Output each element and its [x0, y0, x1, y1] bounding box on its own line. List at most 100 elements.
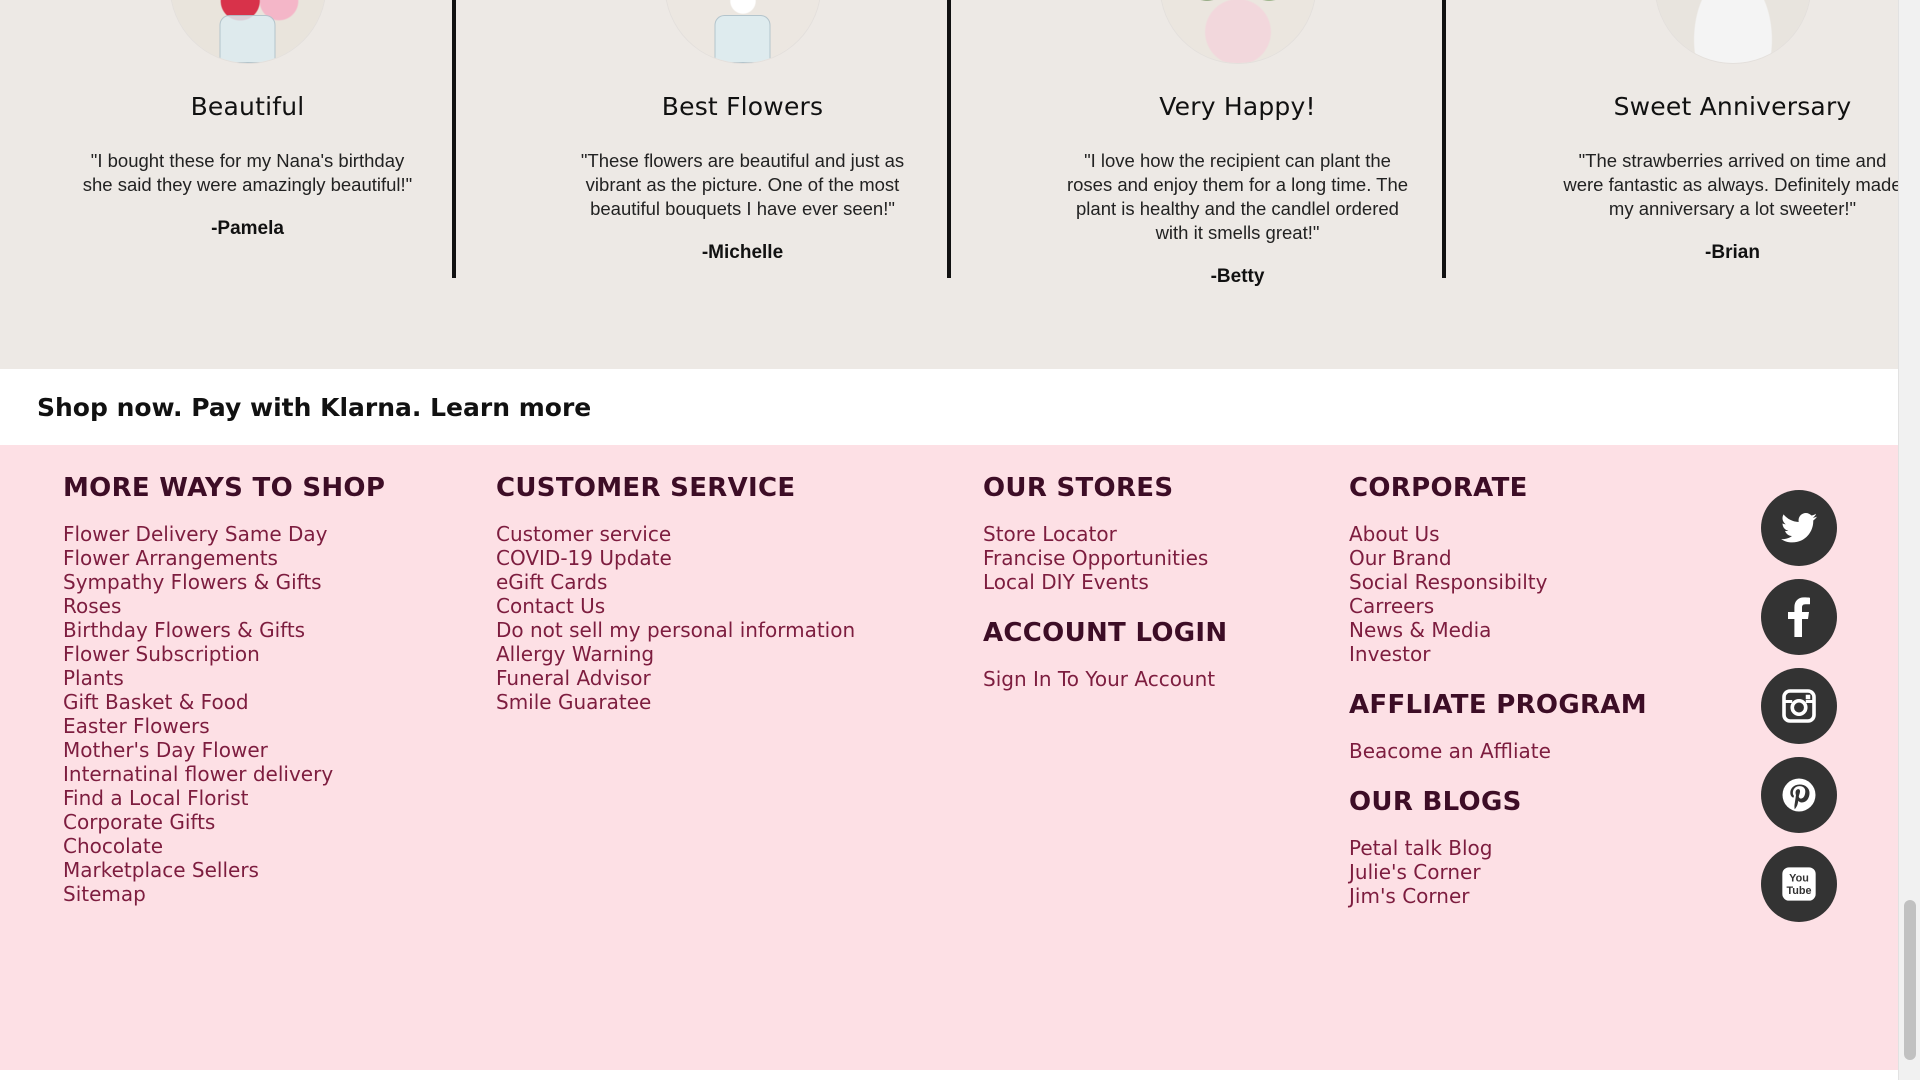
facebook-icon — [1761, 579, 1837, 655]
testimonial-card: Beautiful "I bought these for my Nana's … — [0, 0, 495, 369]
more-ways-link[interactable]: Sitemap — [63, 882, 385, 906]
testimonial-author: -Pamela — [211, 218, 284, 239]
testimonial-author: -Betty — [1210, 266, 1265, 287]
testimonial-author: -Brian — [1705, 242, 1760, 263]
scrollbar-thumb[interactable] — [1904, 900, 1916, 1060]
instagram-icon — [1761, 668, 1837, 744]
page: Beautiful "I bought these for my Nana's … — [0, 0, 1902, 1080]
testimonials-section: Beautiful "I bought these for my Nana's … — [0, 0, 1902, 369]
stores-link[interactable]: Store Locator — [983, 522, 1227, 546]
more-ways-link[interactable]: Roses — [63, 594, 385, 618]
customer-service-link[interactable]: Smile Guaratee — [496, 690, 855, 714]
column-divider — [452, 0, 456, 278]
corporate-link[interactable]: Social Responsibilty — [1349, 570, 1647, 594]
testimonial-image-bouquet — [170, 0, 325, 63]
corporate-link[interactable]: Investor — [1349, 642, 1647, 666]
svg-text:You: You — [1789, 873, 1809, 885]
twitter-icon — [1761, 490, 1837, 566]
testimonial-title: Beautiful — [190, 92, 305, 121]
customer-service-link[interactable]: Do not sell my personal information — [496, 618, 855, 642]
account-link[interactable]: Sign In To Your Account — [983, 667, 1227, 691]
more-ways-link[interactable]: Chocolate — [63, 834, 385, 858]
footer-heading: MORE WAYS TO SHOP — [63, 473, 386, 503]
footer-heading: CUSTOMER SERVICE — [496, 473, 796, 503]
testimonial-image-rose-plant — [1160, 0, 1315, 63]
corporate-link[interactable]: News & Media — [1349, 618, 1647, 642]
footer-link-list: About Us Our Brand Social Responsibilty Car… — [1349, 522, 1647, 666]
testimonial-title: Best Flowers — [661, 92, 824, 121]
testimonial-card: Very Happy! "I love how the recipient ca… — [990, 0, 1485, 369]
footer-column-more-ways: MORE WAYS TO SHOP Flower Delivery Same D… — [63, 470, 385, 906]
testimonial-image-strawberries — [1655, 0, 1810, 63]
more-ways-link[interactable]: Sympathy Flowers & Gifts — [63, 570, 385, 594]
testimonial-quote: "I love how the recipient can plant the … — [1066, 150, 1409, 243]
testimonial-quote: "The strawberries arrived on time and we… — [1563, 150, 1902, 219]
footer-link-list: Beacome an Affliate — [1349, 739, 1647, 763]
footer-link-list: Customer service COVID-19 Update eGift Car… — [496, 522, 855, 714]
footer-heading: OUR BLOGS — [1349, 787, 1522, 817]
testimonial-card: Sweet Anniversary "The strawberries arri… — [1485, 0, 1920, 369]
footer-link-list: Petal talk Blog Julie's Corner Jim's Corne… — [1349, 836, 1647, 908]
stores-link[interactable]: Francise Opportunities — [983, 546, 1227, 570]
footer-link-list: Store Locator Francise Opportunities Local… — [983, 522, 1227, 594]
customer-service-link[interactable]: Funeral Advisor — [496, 666, 855, 690]
footer-heading: CORPORATE — [1349, 473, 1528, 503]
twitter-button[interactable] — [1761, 490, 1837, 566]
more-ways-link[interactable]: Flower Subscription — [63, 642, 385, 666]
footer-heading: OUR STORES — [983, 473, 1174, 503]
blog-link[interactable]: Jim's Corner — [1349, 884, 1647, 908]
more-ways-link[interactable]: Find a Local Florist — [63, 786, 385, 810]
testimonial-author: -Michelle — [701, 242, 784, 263]
testimonial-title: Very Happy! — [1159, 92, 1316, 121]
customer-service-link[interactable]: COVID-19 Update — [496, 546, 855, 570]
footer-link-list: Flower Delivery Same Day Flower Arrangeme… — [63, 522, 385, 906]
footer-column-stores: OUR STORES Store Locator Francise Opportu… — [983, 470, 1227, 691]
klarna-learn-more-link[interactable]: Shop now. Pay with Klarna. Learn more — [37, 393, 591, 422]
blog-link[interactable]: Petal talk Blog — [1349, 836, 1647, 860]
affiliate-link[interactable]: Beacome an Affliate — [1349, 739, 1647, 763]
testimonial-quote: "I bought these for my Nana's birthday s… — [82, 150, 413, 195]
youtube-icon: You Tube — [1761, 846, 1837, 922]
testimonial-card: Best Flowers "These flowers are beautifu… — [495, 0, 990, 369]
social-links: You Tube — [1761, 490, 1837, 935]
column-divider — [1442, 0, 1446, 278]
more-ways-link[interactable]: Plants — [63, 666, 385, 690]
footer-heading: ACCOUNT LOGIN — [983, 618, 1228, 648]
corporate-link[interactable]: About Us — [1349, 522, 1647, 546]
more-ways-link[interactable]: Marketplace Sellers — [63, 858, 385, 882]
more-ways-link[interactable]: Gift Basket & Food — [63, 690, 385, 714]
more-ways-link[interactable]: Corporate Gifts — [63, 810, 385, 834]
column-divider — [947, 0, 951, 278]
pinterest-icon — [1761, 757, 1837, 833]
stores-link[interactable]: Local DIY Events — [983, 570, 1227, 594]
more-ways-link[interactable]: Easter Flowers — [63, 714, 385, 738]
footer-column-customer-service: CUSTOMER SERVICE Customer service COVID-1… — [496, 470, 855, 714]
blog-link[interactable]: Julie's Corner — [1349, 860, 1647, 884]
customer-service-link[interactable]: eGift Cards — [496, 570, 855, 594]
customer-service-link[interactable]: Contact Us — [496, 594, 855, 618]
customer-service-link[interactable]: Allergy Warning — [496, 642, 855, 666]
customer-service-link[interactable]: Customer service — [496, 522, 855, 546]
testimonial-title: Sweet Anniversary — [1613, 92, 1852, 121]
more-ways-link[interactable]: Internatinal flower delivery — [63, 762, 385, 786]
corporate-link[interactable]: Carreers — [1349, 594, 1647, 618]
page-bottom-edge — [0, 1070, 1898, 1080]
youtube-button[interactable]: You Tube — [1761, 846, 1837, 922]
footer-column-corporate: CORPORATE About Us Our Brand Social Respon… — [1349, 470, 1647, 908]
svg-text:Tube: Tube — [1786, 885, 1811, 897]
instagram-button[interactable] — [1761, 668, 1837, 744]
more-ways-link[interactable]: Birthday Flowers & Gifts — [63, 618, 385, 642]
facebook-button[interactable] — [1761, 579, 1837, 655]
more-ways-link[interactable]: Flower Delivery Same Day — [63, 522, 385, 546]
vertical-scrollbar[interactable] — [1898, 0, 1920, 1080]
testimonial-quote: "These flowers are beautiful and just as… — [580, 150, 905, 219]
more-ways-link[interactable]: Mother's Day Flower — [63, 738, 385, 762]
klarna-banner: Shop now. Pay with Klarna. Learn more — [0, 369, 1898, 445]
corporate-link[interactable]: Our Brand — [1349, 546, 1647, 570]
pinterest-button[interactable] — [1761, 757, 1837, 833]
footer-link-list: Sign In To Your Account — [983, 667, 1227, 691]
testimonial-image-blue-bouquet — [665, 0, 820, 63]
footer-heading: AFFLIATE PROGRAM — [1349, 690, 1647, 720]
more-ways-link[interactable]: Flower Arrangements — [63, 546, 385, 570]
site-footer: MORE WAYS TO SHOP Flower Delivery Same D… — [0, 445, 1898, 1070]
